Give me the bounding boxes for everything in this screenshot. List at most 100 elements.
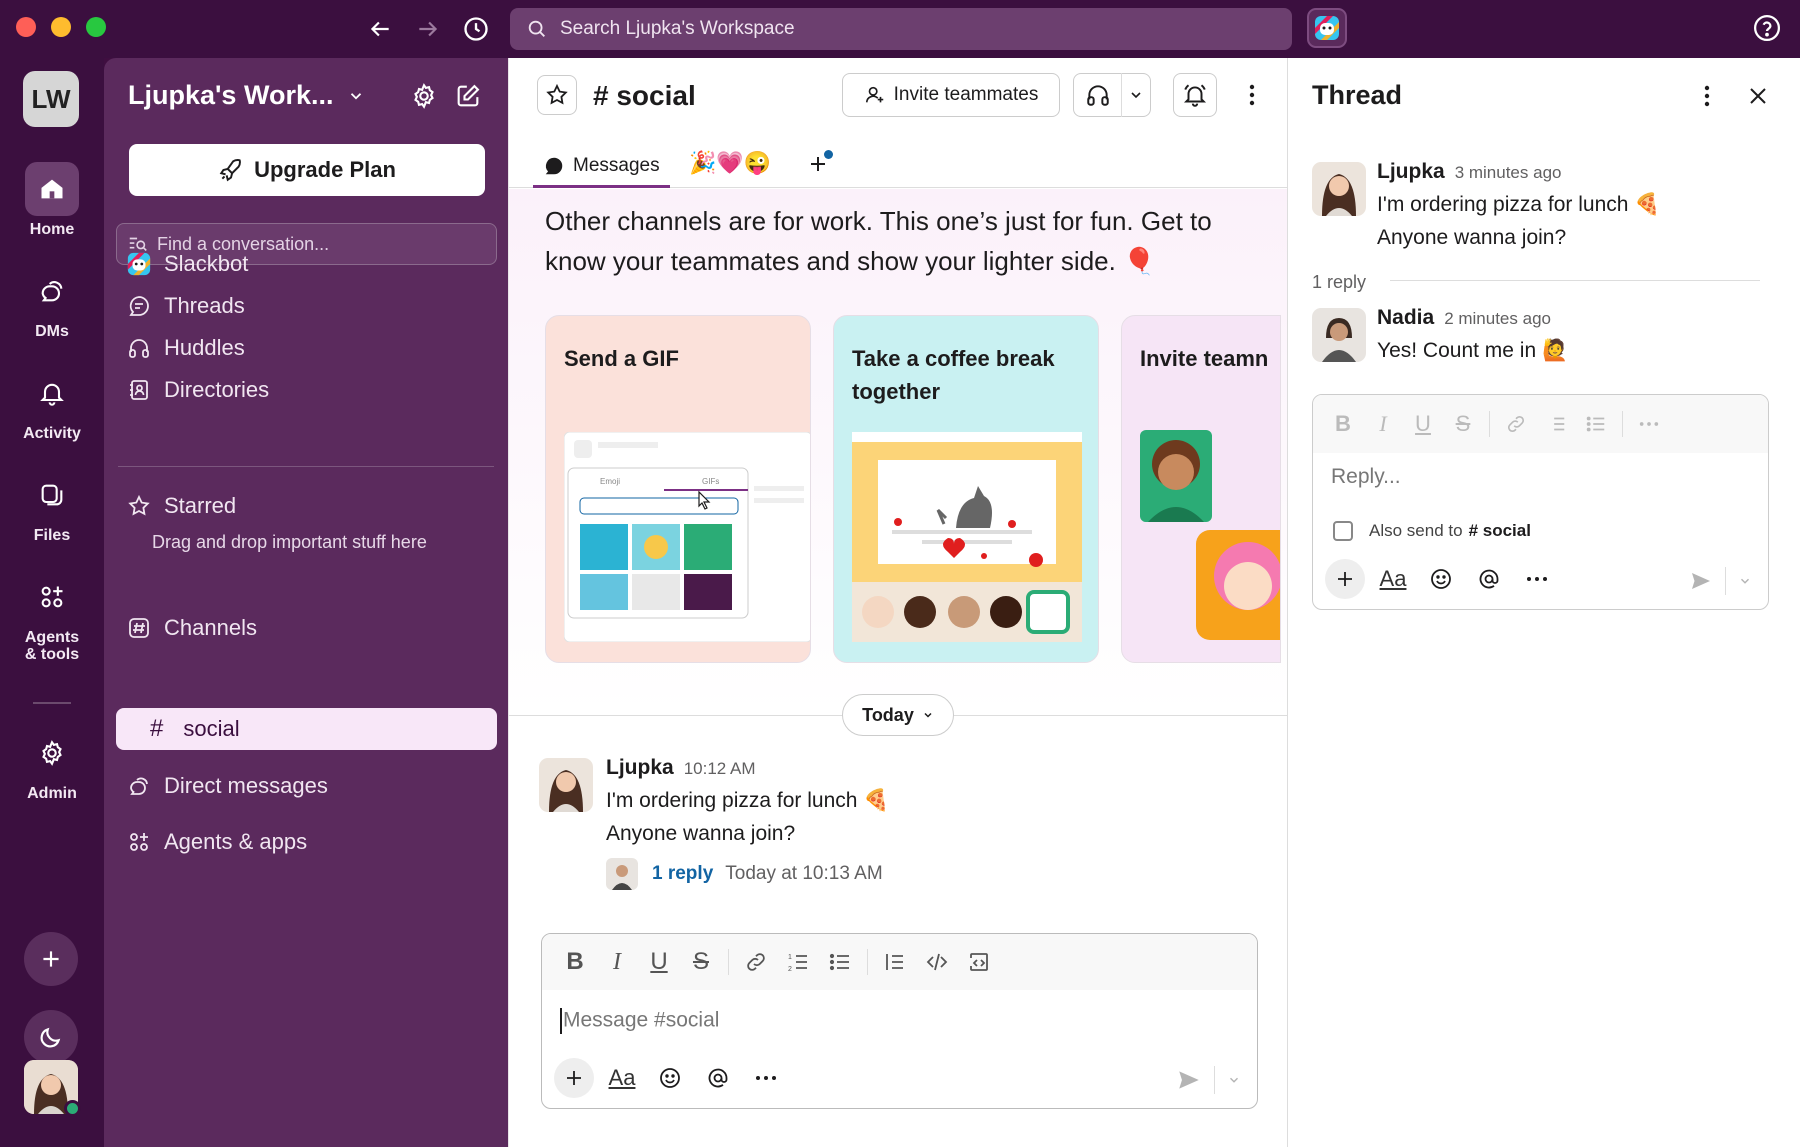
- back-arrow-icon[interactable]: [363, 12, 397, 46]
- window-minimize-button[interactable]: [51, 17, 71, 37]
- reply-author-avatar[interactable]: [1312, 308, 1366, 362]
- sidebar-item-directories[interactable]: Directories: [126, 374, 269, 406]
- parent-time[interactable]: 3 minutes ago: [1455, 163, 1562, 183]
- emoji-icon[interactable]: [1421, 559, 1461, 599]
- workspace-switcher[interactable]: LW: [23, 71, 79, 127]
- sidebar-section-starred[interactable]: Starred: [126, 490, 236, 522]
- compose-button[interactable]: [450, 78, 486, 114]
- thread-replies-summary[interactable]: 1 reply Today at 10:13 AM: [606, 858, 883, 890]
- card-coffee-break[interactable]: Take a coffee break together: [833, 315, 1099, 663]
- channel-title[interactable]: # social: [593, 80, 696, 112]
- more-horizontal-icon[interactable]: [1517, 559, 1557, 599]
- blockquote-icon[interactable]: [874, 942, 916, 982]
- bold-icon[interactable]: B: [554, 942, 596, 982]
- chevron-down-icon: [924, 712, 932, 718]
- chevron-down-icon[interactable]: [1227, 1073, 1241, 1087]
- italic-icon[interactable]: I: [1363, 404, 1403, 444]
- window-close-button[interactable]: [16, 17, 36, 37]
- text-format-icon[interactable]: Aa: [1373, 559, 1413, 599]
- rail-item-home[interactable]: Home: [0, 162, 104, 238]
- upgrade-plan-button[interactable]: Upgrade Plan: [129, 144, 485, 196]
- thread-reply-input[interactable]: Reply...: [1331, 465, 1401, 489]
- message-author-avatar[interactable]: [539, 758, 593, 812]
- add-tab-button[interactable]: [801, 144, 835, 184]
- strikethrough-icon[interactable]: S: [1443, 404, 1483, 444]
- notifications-button[interactable]: [1173, 73, 1217, 117]
- reply-time[interactable]: 2 minutes ago: [1444, 309, 1551, 329]
- invite-teammates-button[interactable]: Invite teammates: [842, 73, 1060, 117]
- reply-count-link[interactable]: 1 reply: [652, 863, 713, 885]
- send-icon[interactable]: [1176, 1067, 1202, 1093]
- channel-header: # social Invite teammates Messages 🎉💗😜: [509, 58, 1288, 188]
- rail-item-activity[interactable]: Activity: [0, 366, 104, 442]
- sidebar-item-huddles[interactable]: Huddles: [126, 332, 245, 364]
- help-icon[interactable]: [1752, 13, 1784, 45]
- star-channel-button[interactable]: [537, 75, 577, 115]
- card-invite-teammates[interactable]: Invite teamn: [1121, 315, 1281, 663]
- close-icon[interactable]: [1740, 78, 1776, 114]
- rail-item-dms[interactable]: DMs: [0, 264, 104, 340]
- dark-mode-button[interactable]: [24, 1010, 78, 1064]
- mention-icon[interactable]: [698, 1058, 738, 1098]
- bold-icon[interactable]: B: [1323, 404, 1363, 444]
- sidebar-section-channels[interactable]: Channels: [126, 612, 257, 644]
- link-icon[interactable]: [1496, 404, 1536, 444]
- chevron-down-icon[interactable]: [1122, 87, 1150, 103]
- date-jump-button[interactable]: Today: [842, 694, 954, 736]
- card-send-gif[interactable]: Send a GIF Emoji GIFs: [545, 315, 811, 663]
- link-icon[interactable]: [735, 942, 777, 982]
- code-icon[interactable]: [916, 942, 958, 982]
- bullet-list-icon[interactable]: [1576, 404, 1616, 444]
- also-send-option[interactable]: Also send to # social: [1333, 521, 1531, 541]
- search-bar[interactable]: Search Ljupka's Workspace: [510, 8, 1292, 50]
- parent-author-avatar[interactable]: [1312, 162, 1366, 216]
- more-horizontal-icon[interactable]: [1629, 404, 1669, 444]
- sidebar-item-channel-social[interactable]: # social: [116, 708, 497, 750]
- mention-icon[interactable]: [1469, 559, 1509, 599]
- rail-item-admin[interactable]: Admin: [0, 726, 104, 802]
- parent-author[interactable]: Ljupka: [1377, 160, 1445, 184]
- send-separator: [1725, 567, 1726, 595]
- underline-icon[interactable]: U: [638, 942, 680, 982]
- forward-arrow-icon[interactable]: [411, 12, 445, 46]
- workspace-settings-button[interactable]: [406, 78, 442, 114]
- underline-icon[interactable]: U: [1403, 404, 1443, 444]
- more-vertical-icon[interactable]: [1235, 77, 1269, 113]
- sidebar-item-slackbot[interactable]: Slackbot: [126, 248, 248, 280]
- tab-emoji[interactable]: 🎉💗😜: [689, 150, 771, 176]
- send-icon[interactable]: [1689, 569, 1713, 593]
- text-format-icon[interactable]: Aa: [602, 1058, 642, 1098]
- numbered-list-icon[interactable]: 12: [777, 942, 819, 982]
- window-zoom-button[interactable]: [86, 17, 106, 37]
- more-horizontal-icon[interactable]: [746, 1058, 786, 1098]
- attach-plus-icon[interactable]: [1325, 559, 1365, 599]
- sidebar-section-agents-apps[interactable]: Agents & apps: [126, 826, 307, 858]
- workspace-name-button[interactable]: Ljupka's Work...: [128, 80, 365, 111]
- tab-messages[interactable]: Messages: [533, 146, 670, 188]
- app-rail: LW Home DMs Activity Files Agents & tool…: [0, 58, 104, 1147]
- search-input[interactable]: Search Ljupka's Workspace: [560, 18, 795, 40]
- code-block-icon[interactable]: [958, 942, 1000, 982]
- italic-icon[interactable]: I: [596, 942, 638, 982]
- huddle-button[interactable]: [1073, 73, 1151, 117]
- message-input[interactable]: Message #social: [560, 1008, 719, 1034]
- slackbot-app-icon[interactable]: [1307, 8, 1347, 48]
- history-clock-icon[interactable]: [459, 12, 493, 46]
- sidebar-item-threads[interactable]: Threads: [126, 290, 245, 322]
- numbered-list-icon[interactable]: [1536, 404, 1576, 444]
- rail-item-files[interactable]: Files: [0, 468, 104, 544]
- thread-reply-composer: B I U S Reply... Also send to # social A…: [1312, 394, 1769, 610]
- rail-item-agents-tools[interactable]: Agents & tools: [0, 570, 104, 663]
- also-send-checkbox[interactable]: [1333, 521, 1353, 541]
- strikethrough-icon[interactable]: S: [680, 942, 722, 982]
- chevron-down-icon[interactable]: [1738, 574, 1752, 588]
- sidebar-section-direct-messages[interactable]: Direct messages: [126, 770, 328, 802]
- bullet-list-icon[interactable]: [819, 942, 861, 982]
- add-workspace-button[interactable]: [24, 932, 78, 986]
- message-author[interactable]: Ljupka: [606, 756, 674, 780]
- emoji-icon[interactable]: [650, 1058, 690, 1098]
- message-time[interactable]: 10:12 AM: [684, 759, 756, 779]
- attach-plus-icon[interactable]: [554, 1058, 594, 1098]
- more-vertical-icon[interactable]: [1690, 78, 1724, 114]
- reply-author[interactable]: Nadia: [1377, 306, 1434, 330]
